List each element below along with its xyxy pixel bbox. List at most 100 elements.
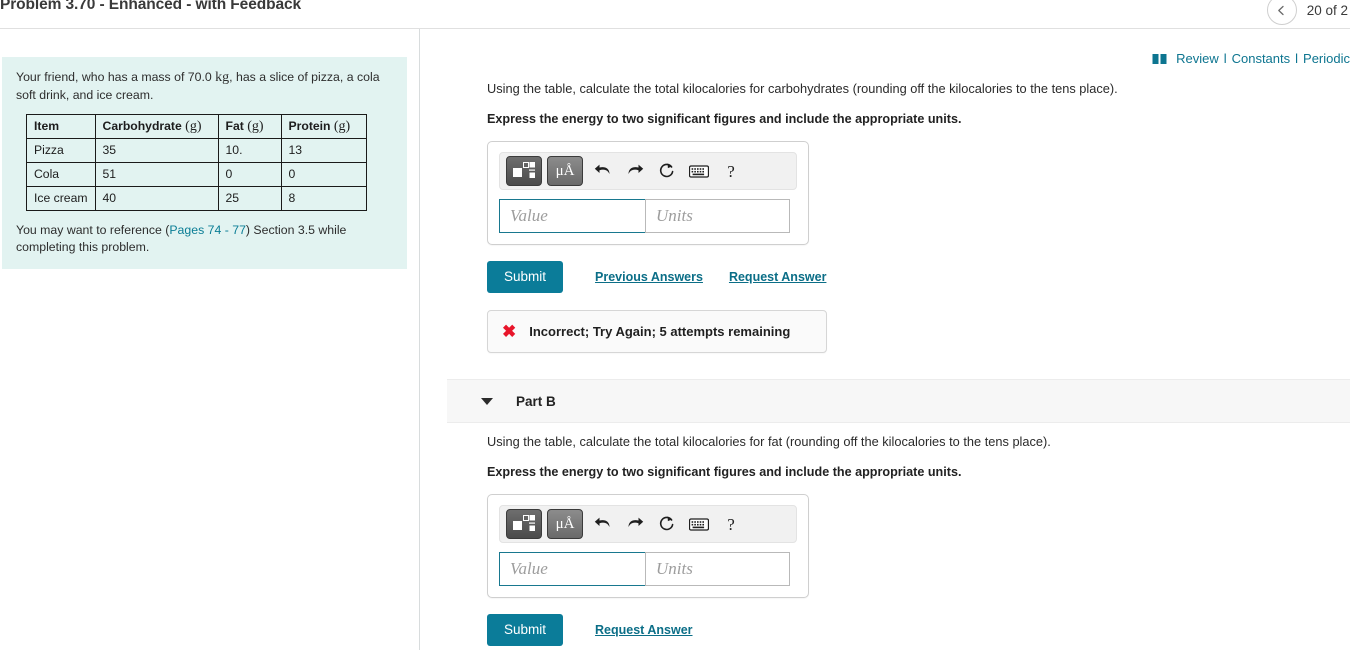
keyboard-icon: [689, 517, 709, 531]
col-header-protein-label: Protein: [288, 119, 331, 133]
part-a-input-row: [499, 199, 797, 233]
table-header-row: Item Carbohydrate (g) Fat (g) Protein (g…: [26, 114, 367, 139]
page-counter: 20 of 2: [1306, 2, 1348, 18]
units-button[interactable]: μÅ: [547, 509, 583, 539]
part-b-request-answer-link[interactable]: Request Answer: [595, 623, 692, 637]
constants-link[interactable]: Constants: [1232, 51, 1291, 66]
part-b-units-input[interactable]: [645, 552, 790, 586]
units-button-label: μÅ: [555, 162, 575, 179]
link-separator-2: l: [1295, 51, 1299, 66]
part-a-submit-row: Submit Previous Answers Request Answer: [487, 261, 1118, 293]
undo-arrow-icon: [594, 517, 610, 527]
caret-down-icon: [481, 397, 493, 405]
cell-carbohydrate: 35: [94, 138, 219, 163]
table-row: Pizza 35 10. 13: [26, 138, 367, 163]
cell-fat: 10.: [217, 138, 282, 163]
part-b-input-row: [499, 552, 797, 586]
help-label: ?: [727, 514, 735, 534]
periodic-table-link[interactable]: Periodic: [1303, 51, 1350, 66]
previous-problem-button[interactable]: [1266, 0, 1297, 25]
reference-text: You may want to reference (Pages 74 - 77…: [16, 222, 393, 255]
col-header-fat-unit: (g): [247, 119, 264, 134]
col-header-carbohydrate-unit: (g): [185, 119, 202, 134]
part-a-question: Using the table, calculate the total kil…: [487, 81, 1118, 96]
reset-button[interactable]: [652, 157, 682, 185]
app-header: Problem 3.70 - Enhanced - with Feedback …: [0, 0, 1350, 29]
math-template-button[interactable]: [506, 509, 542, 539]
part-a-value-input[interactable]: [499, 199, 645, 233]
intro-part-1: Your friend, who has a mass of 70.0: [16, 70, 216, 84]
cell-protein: 13: [280, 138, 367, 163]
keyboard-icon: [689, 164, 709, 178]
nutrition-table: Item Carbohydrate (g) Fat (g) Protein (g…: [26, 114, 367, 211]
part-a-feedback-banner: ✖ Incorrect; Try Again; 5 attempts remai…: [487, 309, 827, 353]
part-a-feedback-text: Incorrect; Try Again; 5 attempts remaini…: [529, 323, 791, 339]
part-a-answer-box: μÅ ? Value Units: [487, 141, 809, 245]
col-header-fat-label: Fat: [225, 119, 244, 133]
redo-button[interactable]: [620, 510, 650, 538]
undo-button[interactable]: [588, 510, 618, 538]
part-a-instruction: Express the energy to two significant fi…: [487, 112, 962, 126]
units-button-label: μÅ: [555, 515, 575, 532]
part-b-instruction: Express the energy to two significant fi…: [487, 465, 962, 479]
part-a-units-input[interactable]: [645, 199, 790, 233]
problem-intro-text: Your friend, who has a mass of 70.0 kg, …: [16, 69, 393, 103]
part-a-action-links: Previous Answers Request Answer: [595, 270, 826, 284]
help-button[interactable]: ?: [716, 157, 746, 185]
part-a-submit-button[interactable]: Submit: [487, 261, 564, 293]
col-header-fat: Fat (g): [217, 114, 282, 139]
redo-arrow-icon: [628, 517, 644, 527]
part-b-header[interactable]: Part B: [447, 379, 1350, 423]
part-b-answer-box: μÅ ? Value Units: [487, 494, 809, 598]
reset-button[interactable]: [652, 510, 682, 538]
keyboard-button[interactable]: [684, 157, 714, 185]
part-a-previous-answers-link[interactable]: Previous Answers: [595, 270, 703, 284]
part-b-action-links: Request Answer: [595, 623, 692, 637]
undo-button[interactable]: [588, 157, 618, 185]
help-button[interactable]: ?: [716, 510, 746, 538]
part-b-equation-toolbar: μÅ ?: [499, 505, 797, 543]
cell-carbohydrate: 51: [94, 162, 219, 187]
col-header-item: Item: [26, 114, 96, 139]
reset-circle-icon: [659, 516, 674, 531]
pages-reference-link[interactable]: Pages 74 - 77: [169, 223, 246, 237]
cell-carbohydrate: 40: [94, 186, 219, 211]
math-template-icon: [513, 515, 535, 531]
keyboard-button[interactable]: [684, 510, 714, 538]
cell-fat: 25: [217, 186, 282, 211]
header-nav-group: 20 of 2: [1266, 0, 1350, 25]
reference-prefix: You may want to reference (: [16, 223, 170, 237]
col-header-item-label: Item: [34, 119, 60, 133]
cell-protein: 0: [280, 162, 367, 187]
col-header-protein: Protein (g): [280, 114, 367, 139]
x-mark-icon: ✖: [502, 321, 517, 341]
cell-protein: 8: [280, 186, 367, 211]
problem-statement-card: Your friend, who has a mass of 70.0 kg, …: [2, 57, 407, 269]
help-label: ?: [727, 161, 735, 181]
chevron-left-icon: [1278, 5, 1284, 15]
math-template-button[interactable]: [506, 156, 542, 186]
part-b-submit-button[interactable]: Submit: [487, 614, 564, 646]
cell-item: Pizza: [26, 138, 96, 163]
part-a-body: Using the table, calculate the total kil…: [487, 81, 1118, 353]
table-row: Ice cream 40 25 8: [26, 186, 367, 211]
part-b-submit-row: Submit Request Answer: [487, 614, 1051, 646]
col-header-protein-unit: (g): [333, 119, 351, 134]
book-icon: [1152, 53, 1167, 65]
resource-links: Review l Constants l Periodic: [1152, 51, 1350, 66]
cell-item: Ice cream: [26, 186, 96, 211]
table-row: Cola 51 0 0: [26, 162, 367, 187]
part-a-request-answer-link[interactable]: Request Answer: [729, 270, 826, 284]
units-button[interactable]: μÅ: [547, 156, 583, 186]
mass-unit: kg: [215, 70, 230, 85]
col-header-carbohydrate-label: Carbohydrate: [102, 119, 182, 133]
part-b-question: Using the table, calculate the total kil…: [487, 434, 1051, 449]
reset-circle-icon: [659, 163, 674, 178]
math-template-icon: [513, 162, 535, 178]
part-b-body: Using the table, calculate the total kil…: [487, 434, 1051, 646]
undo-arrow-icon: [594, 164, 610, 174]
redo-button[interactable]: [620, 157, 650, 185]
part-b-value-input[interactable]: [499, 552, 645, 586]
link-separator-1: l: [1223, 51, 1227, 66]
review-link[interactable]: Review: [1176, 51, 1219, 66]
